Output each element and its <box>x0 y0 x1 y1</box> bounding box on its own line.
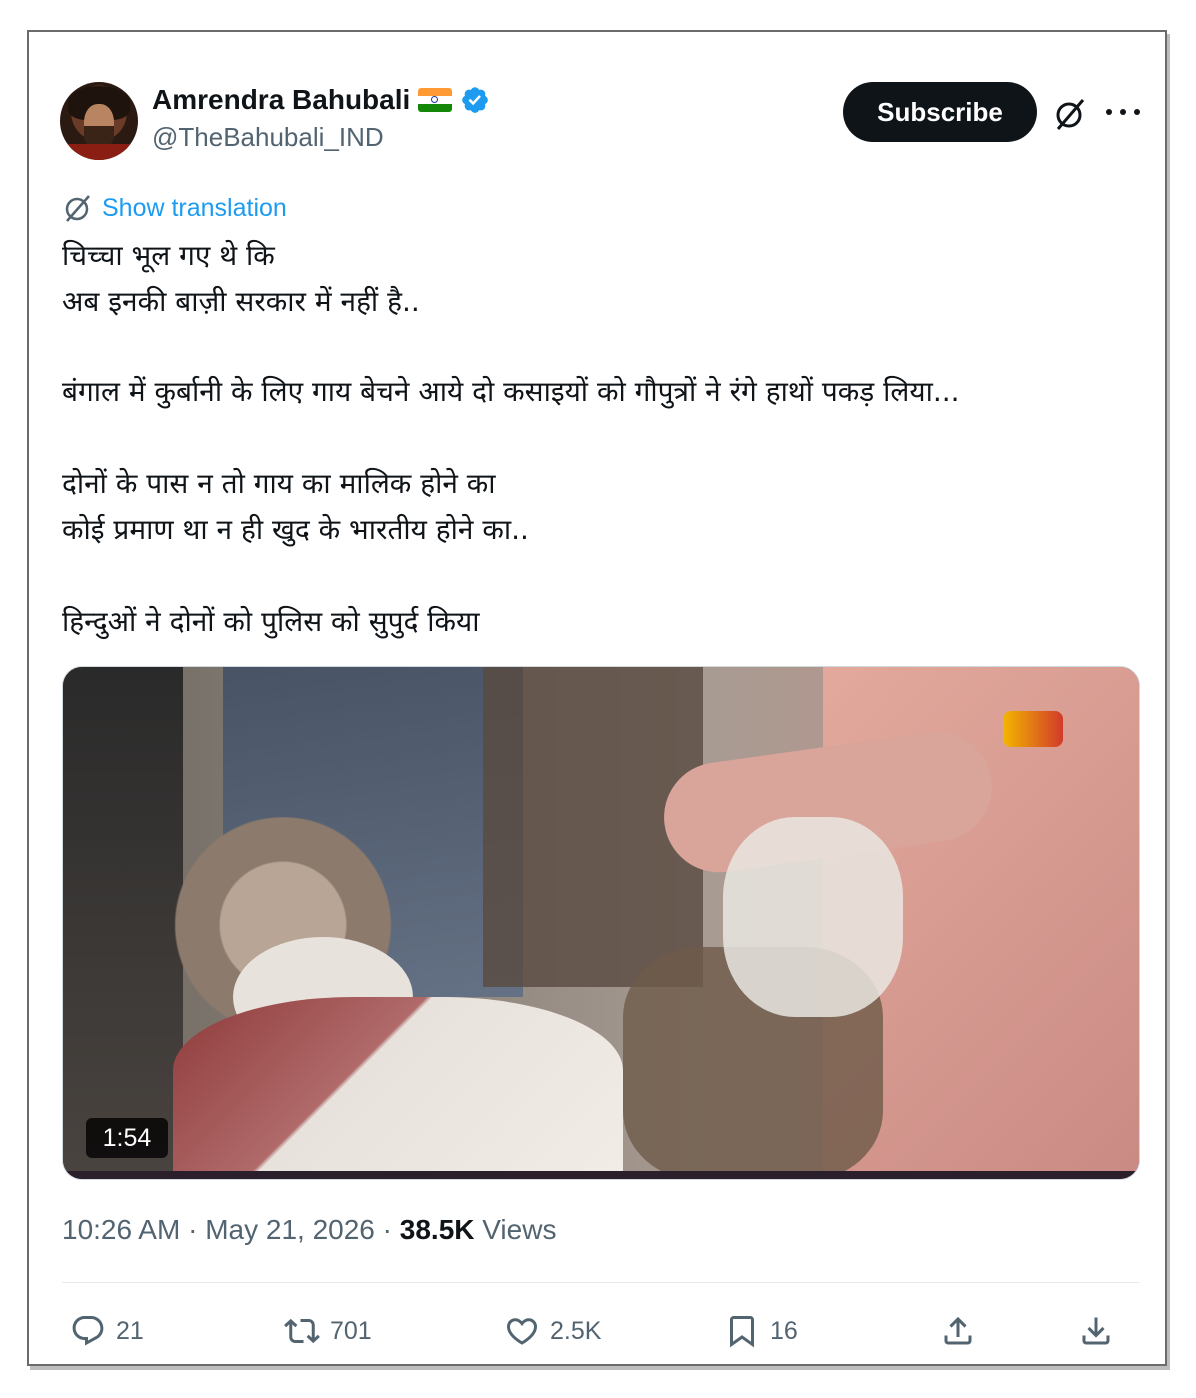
tweet-line: चिच्चा भूल गए थे कि <box>62 239 275 272</box>
bookmark-button[interactable]: 16 <box>724 1306 798 1356</box>
avatar[interactable] <box>60 82 138 160</box>
divider <box>62 1282 1140 1283</box>
tweet-line: कोई प्रमाण था न ही खुद के भारतीय होने का… <box>62 513 529 546</box>
tweet-time[interactable]: 10:26 AM <box>62 1214 180 1245</box>
share-button[interactable] <box>940 1306 976 1356</box>
tweet-date[interactable]: May 21, 2026 <box>205 1214 375 1245</box>
views-label: Views <box>482 1214 557 1245</box>
action-bar: 21 701 2.5K 16 <box>62 1306 1140 1356</box>
download-button[interactable] <box>1078 1306 1114 1356</box>
share-icon <box>944 1316 972 1345</box>
reply-count: 21 <box>116 1316 144 1345</box>
tweet-meta: 10:26 AM · May 21, 2026 · 38.5K Views <box>62 1214 556 1246</box>
repost-button[interactable]: 701 <box>284 1306 372 1356</box>
reply-icon <box>72 1316 104 1346</box>
video-duration: 1:54 <box>86 1118 168 1158</box>
verified-badge-icon[interactable] <box>460 85 490 115</box>
like-count: 2.5K <box>550 1316 602 1345</box>
like-button[interactable]: 2.5K <box>504 1306 601 1356</box>
tweet-line: अब इनकी बाज़ी सरकार में नहीं है.. <box>62 285 420 318</box>
tweet-line: बंगाल में कुर्बानी के लिए गाय बेचने आये … <box>62 375 960 408</box>
author-name-row[interactable]: Amrendra Bahubali <box>152 84 490 116</box>
more-icon[interactable] <box>1106 98 1140 126</box>
repost-icon <box>284 1318 320 1344</box>
repost-count: 701 <box>330 1316 372 1345</box>
meta-separator: · <box>180 1214 206 1245</box>
tweet-line: हिन्दुओं ने दोनों को पुलिस को सुपुर्द कि… <box>62 605 480 638</box>
views-count: 38.5K <box>399 1214 475 1245</box>
bookmark-icon <box>730 1316 754 1348</box>
reply-button[interactable]: 21 <box>70 1306 144 1356</box>
show-translation-link[interactable]: Show translation <box>62 192 287 224</box>
heart-icon <box>506 1318 538 1345</box>
translate-icon <box>65 195 90 222</box>
video-player[interactable] <box>62 666 1140 1180</box>
show-translation-label: Show translation <box>102 193 287 222</box>
download-icon <box>1082 1317 1110 1345</box>
author-name[interactable]: Amrendra Bahubali <box>152 84 410 116</box>
grok-icon[interactable] <box>1052 96 1088 132</box>
meta-separator: · <box>374 1214 400 1245</box>
author-handle[interactable]: @TheBahubali_IND <box>152 122 384 153</box>
tweet-line: दोनों के पास न तो गाय का मालिक होने का <box>62 467 496 500</box>
subscribe-button[interactable]: Subscribe <box>843 82 1037 142</box>
india-flag-icon <box>418 88 453 112</box>
bookmark-count: 16 <box>770 1316 798 1345</box>
